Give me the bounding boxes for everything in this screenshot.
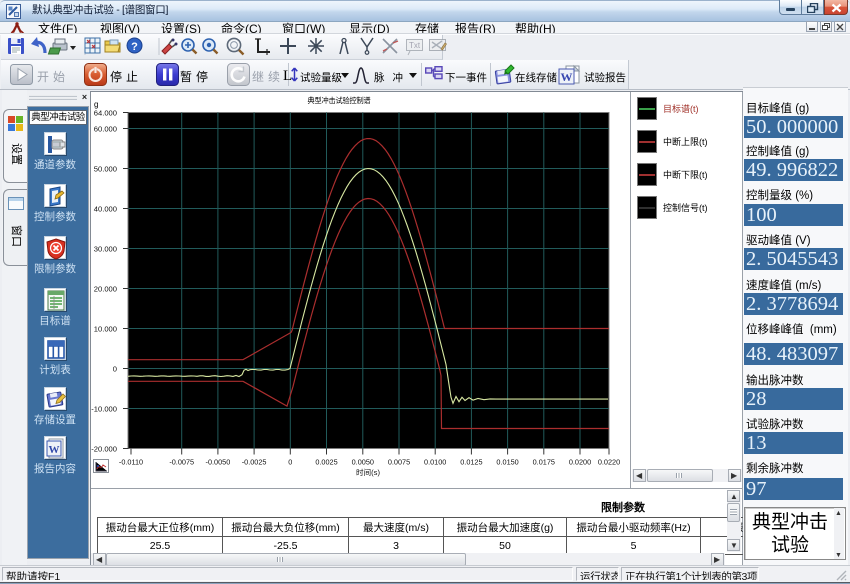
svg-text:-10.000: -10.000 bbox=[91, 404, 117, 413]
svg-text:0.0220: 0.0220 bbox=[598, 458, 620, 467]
svg-text:64.000: 64.000 bbox=[94, 108, 117, 117]
svg-text:?: ? bbox=[131, 41, 138, 53]
svg-text:-0.0110: -0.0110 bbox=[119, 458, 143, 467]
svg-text:-0.0025: -0.0025 bbox=[242, 458, 267, 467]
svg-text:0: 0 bbox=[113, 364, 117, 373]
svg-text:50.000: 50.000 bbox=[94, 164, 117, 173]
svg-text:W: W bbox=[49, 444, 60, 456]
svg-text:-20.000: -20.000 bbox=[91, 444, 117, 453]
svg-text:60.000: 60.000 bbox=[94, 124, 117, 133]
svg-text:0.0075: 0.0075 bbox=[388, 458, 410, 467]
svg-text:0.0125: 0.0125 bbox=[460, 458, 482, 467]
svg-text:0.0025: 0.0025 bbox=[315, 458, 337, 467]
svg-text:20.000: 20.000 bbox=[94, 284, 117, 293]
svg-text:L: L bbox=[283, 68, 292, 84]
svg-text:30.000: 30.000 bbox=[94, 244, 117, 253]
svg-text:Txt: Txt bbox=[409, 41, 421, 50]
svg-text:0.0050: 0.0050 bbox=[352, 458, 374, 467]
svg-text:典型冲击试验控制谱: 典型冲击试验控制谱 bbox=[308, 96, 371, 105]
svg-text:W: W bbox=[561, 70, 573, 84]
svg-text:0.0200: 0.0200 bbox=[569, 458, 591, 467]
svg-text:-0.0075: -0.0075 bbox=[169, 458, 194, 467]
svg-text:0.0150: 0.0150 bbox=[496, 458, 518, 467]
svg-text:-0.0050: -0.0050 bbox=[206, 458, 231, 467]
svg-text:0.0175: 0.0175 bbox=[533, 458, 555, 467]
svg-text:10.000: 10.000 bbox=[94, 324, 117, 333]
svg-text:0: 0 bbox=[288, 458, 292, 467]
svg-text:40.000: 40.000 bbox=[94, 204, 117, 213]
svg-text:时间(s): 时间(s) bbox=[356, 467, 381, 477]
svg-text:0.0100: 0.0100 bbox=[424, 458, 446, 467]
